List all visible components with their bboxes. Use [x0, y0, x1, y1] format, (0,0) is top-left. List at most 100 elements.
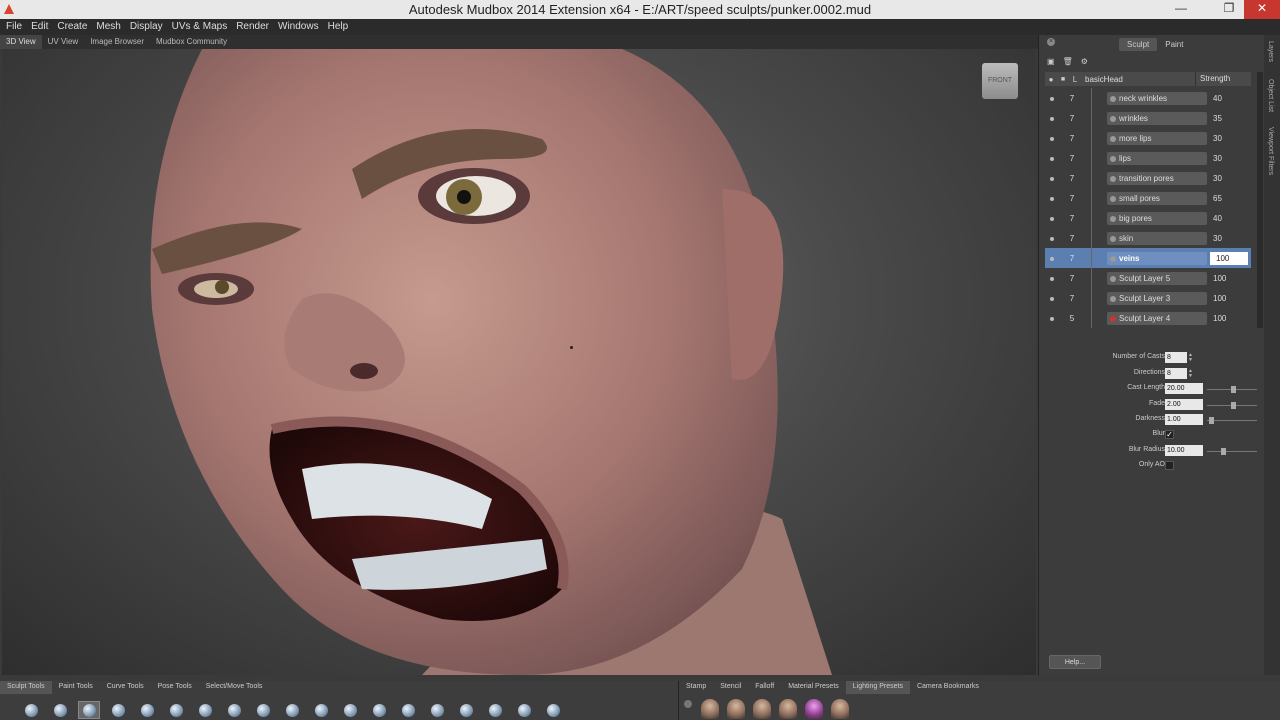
help-button[interactable]: Help...	[1049, 655, 1101, 669]
layer-strength[interactable]: 100	[1207, 314, 1226, 323]
tray-options-icon[interactable]	[684, 700, 692, 708]
lighting-preset-thumbnail[interactable]	[701, 699, 719, 719]
layer-row-selected[interactable]: 7 veins 100	[1045, 248, 1251, 268]
freeze-tool-icon[interactable]	[484, 701, 506, 719]
visibility-toggle-icon[interactable]	[1045, 112, 1059, 124]
directions-input[interactable]: 8	[1165, 368, 1187, 379]
tab-pose-tools[interactable]: Pose Tools	[151, 681, 199, 694]
tab-mudbox-community[interactable]: Mudbox Community	[150, 35, 233, 49]
lock-column-icon[interactable]: ■	[1057, 76, 1069, 83]
knife-tool-icon[interactable]	[368, 701, 390, 719]
viewcube[interactable]: FRONT	[982, 63, 1018, 99]
tab-3d-view[interactable]: 3D View	[0, 35, 42, 49]
tab-sculpt[interactable]: Sculpt	[1119, 38, 1158, 51]
layer-row[interactable]: 7 neck wrinkles 40	[1045, 88, 1251, 108]
layer-row[interactable]: 7 Sculpt Layer 5 100	[1045, 268, 1251, 288]
layer-options-icon[interactable]: ⚙	[1081, 57, 1088, 66]
only-ao-checkbox[interactable]	[1165, 461, 1174, 470]
layer-list-scrollbar[interactable]	[1257, 72, 1263, 328]
menu-mesh[interactable]: Mesh	[92, 19, 125, 35]
close-window-button[interactable]: ✕	[1244, 0, 1280, 19]
layer-strength[interactable]: 30	[1207, 234, 1222, 243]
tab-lighting-presets[interactable]: Lighting Presets	[845, 681, 910, 694]
fill-tool-icon[interactable]	[339, 701, 361, 719]
visibility-toggle-icon[interactable]	[1045, 132, 1059, 144]
layer-row[interactable]: 5 Sculpt Layer 4 100	[1045, 308, 1251, 328]
visibility-toggle-icon[interactable]	[1045, 312, 1059, 324]
tab-paint[interactable]: Paint	[1157, 38, 1191, 51]
layer-strength[interactable]: 35	[1207, 114, 1222, 123]
wax-tool-icon[interactable]	[281, 701, 303, 719]
flatten-tool-icon[interactable]	[136, 701, 158, 719]
darkness-slider[interactable]	[1207, 417, 1257, 424]
3d-viewport[interactable]: FRONT	[2, 49, 1036, 675]
tab-curve-tools[interactable]: Curve Tools	[100, 681, 151, 694]
lighting-preset-thumbnail[interactable]	[753, 699, 771, 719]
side-tab-viewport-filters[interactable]: Viewport Filters	[1267, 127, 1274, 175]
layer-strength[interactable]: 100	[1207, 274, 1226, 283]
layer-strength[interactable]: 40	[1207, 94, 1222, 103]
blur-checkbox[interactable]: ✓	[1165, 430, 1174, 439]
menu-windows[interactable]: Windows	[274, 19, 324, 35]
layer-row[interactable]: 7 Sculpt Layer 3 100	[1045, 288, 1251, 308]
visibility-column-icon[interactable]: ●	[1045, 75, 1057, 84]
layer-row[interactable]: 7 big pores 40	[1045, 208, 1251, 228]
layer-row[interactable]: 7 lips 30	[1045, 148, 1251, 168]
darkness-input[interactable]: 1.00	[1165, 414, 1203, 425]
menu-render[interactable]: Render	[232, 19, 274, 35]
layer-row[interactable]: 7 wrinkles 35	[1045, 108, 1251, 128]
layer-strength[interactable]: 40	[1207, 214, 1222, 223]
menu-edit[interactable]: Edit	[27, 19, 53, 35]
tab-uv-view[interactable]: UV View	[42, 35, 85, 49]
sculpt-tool-icon[interactable]	[20, 701, 42, 719]
lighting-preset-thumbnail[interactable]	[727, 699, 745, 719]
visibility-toggle-icon[interactable]	[1045, 172, 1059, 184]
layer-strength[interactable]: 30	[1207, 154, 1222, 163]
menu-create[interactable]: Create	[53, 19, 92, 35]
visibility-toggle-icon[interactable]	[1045, 212, 1059, 224]
visibility-toggle-icon[interactable]	[1045, 252, 1059, 264]
grab-tool-icon[interactable]	[78, 701, 100, 719]
layer-row[interactable]: 7 skin 30	[1045, 228, 1251, 248]
bulge-tool-icon[interactable]	[426, 701, 448, 719]
menu-file[interactable]: File	[2, 19, 27, 35]
lighting-preset-thumbnail[interactable]	[779, 699, 797, 719]
visibility-toggle-icon[interactable]	[1045, 92, 1059, 104]
visibility-toggle-icon[interactable]	[1045, 292, 1059, 304]
blur-radius-input[interactable]: 10.00	[1165, 445, 1203, 456]
tab-falloff[interactable]: Falloff	[748, 681, 781, 694]
delete-layer-icon[interactable]: 🗑	[1063, 57, 1073, 66]
panel-close-button[interactable]: ×	[1047, 38, 1055, 46]
side-tab-object-list[interactable]: Object List	[1267, 79, 1274, 112]
pinch-tool-icon[interactable]	[107, 701, 129, 719]
minimize-button[interactable]: —	[1168, 0, 1194, 19]
fade-slider[interactable]	[1207, 402, 1257, 409]
visibility-toggle-icon[interactable]	[1045, 152, 1059, 164]
tab-select-move-tools[interactable]: Select/Move Tools	[199, 681, 270, 694]
maximize-button[interactable]: ❐	[1216, 0, 1242, 19]
layer-strength[interactable]: 30	[1207, 134, 1222, 143]
tab-image-browser[interactable]: Image Browser	[84, 35, 150, 49]
tab-stencil[interactable]: Stencil	[713, 681, 748, 694]
imprint-tool-icon[interactable]	[252, 701, 274, 719]
layer-row[interactable]: 7 transition pores 30	[1045, 168, 1251, 188]
new-layer-icon[interactable]: ▣	[1047, 57, 1055, 66]
tab-material-presets[interactable]: Material Presets	[781, 681, 846, 694]
tab-sculpt-tools[interactable]: Sculpt Tools	[0, 681, 52, 694]
tab-stamp[interactable]: Stamp	[679, 681, 713, 694]
lighting-preset-thumbnail[interactable]	[831, 699, 849, 719]
side-tab-layers[interactable]: Layers	[1267, 41, 1274, 62]
menu-display[interactable]: Display	[126, 19, 168, 35]
mask-tool-icon[interactable]	[513, 701, 535, 719]
blur-radius-slider[interactable]	[1207, 448, 1257, 455]
cast-length-input[interactable]: 20.00	[1165, 383, 1203, 394]
foamy-tool-icon[interactable]	[165, 701, 187, 719]
layer-strength-input[interactable]: 100	[1210, 251, 1248, 265]
num-casts-spinner[interactable]: ▲ ▼	[1188, 353, 1194, 363]
menu-uvs-maps[interactable]: UVs & Maps	[168, 19, 233, 35]
cast-length-slider[interactable]	[1207, 386, 1257, 393]
smear-tool-icon[interactable]	[397, 701, 419, 719]
spray-tool-icon[interactable]	[194, 701, 216, 719]
tab-paint-tools[interactable]: Paint Tools	[52, 681, 100, 694]
fade-input[interactable]: 2.00	[1165, 399, 1203, 410]
